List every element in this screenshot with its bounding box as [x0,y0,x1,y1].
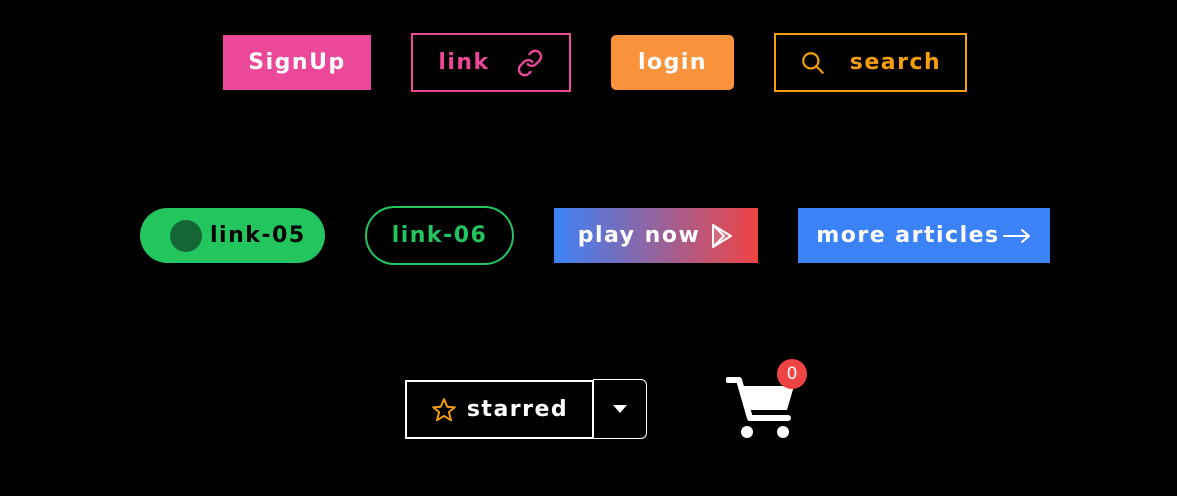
link-06-button[interactable]: link-06 [365,206,514,265]
link-05-label: link-05 [210,223,306,248]
login-label: login [637,50,708,75]
magnifier-icon [800,50,826,76]
link-button[interactable]: link [411,33,571,92]
starred-label: starred [466,397,569,422]
search-label: search [849,50,942,75]
starred-dropdown-button[interactable] [593,379,647,439]
star-outline-icon [431,397,457,423]
caret-down-icon [613,405,627,413]
play-store-icon [710,223,734,249]
search-button[interactable]: search [774,33,967,92]
more-articles-label: more articles [816,223,1000,248]
circle-icon [170,219,202,252]
signup-button[interactable]: SignUp [223,35,371,90]
button-showcase: SignUp link login search link-05 link-06… [0,0,1177,496]
login-button[interactable]: login [611,35,734,90]
cart-count-badge: 0 [777,359,807,389]
chain-link-icon [516,49,544,77]
more-articles-button[interactable]: more articles [798,208,1050,263]
link-05-button[interactable]: link-05 [140,208,325,263]
link-label: link [438,50,490,75]
play-now-button[interactable]: play now [554,208,758,263]
arrow-right-icon [1002,226,1032,246]
starred-button[interactable]: starred [405,380,594,439]
play-now-label: play now [577,223,701,248]
signup-label: SignUp [248,50,346,75]
link-06-label: link-06 [391,223,488,248]
